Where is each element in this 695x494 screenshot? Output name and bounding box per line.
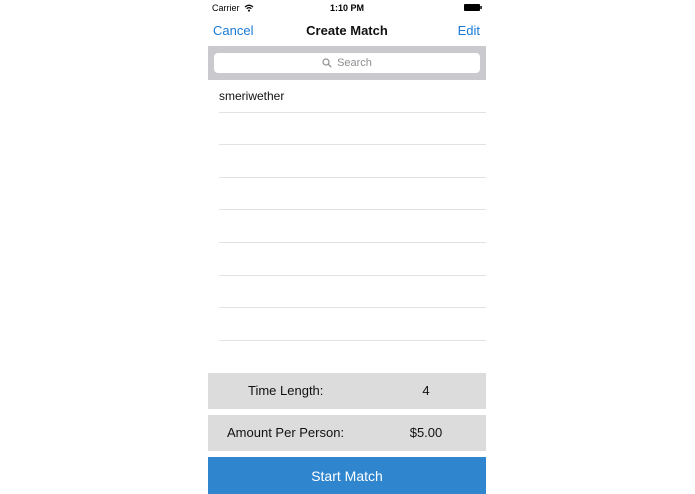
search-bar: Search	[208, 46, 486, 80]
time-length-row: Time Length: 4	[208, 373, 486, 409]
list-item[interactable]: smeriwether	[208, 80, 486, 113]
list-item[interactable]	[208, 210, 486, 243]
list-item[interactable]	[208, 276, 486, 309]
phone-screen: Carrier 1:10 PM Cancel Create Match Edit…	[208, 0, 486, 494]
amount-per-person-row: Amount Per Person: $5.00	[208, 415, 486, 451]
battery-icon	[464, 4, 482, 11]
navigation-bar: Cancel Create Match Edit	[208, 16, 486, 46]
page-title: Create Match	[306, 23, 388, 38]
start-match-button[interactable]: Start Match	[208, 457, 486, 494]
edit-button[interactable]: Edit	[458, 23, 480, 38]
list-item-label: smeriwether	[219, 89, 285, 103]
status-bar: Carrier 1:10 PM	[208, 0, 486, 16]
player-list: smeriwether	[208, 80, 486, 341]
list-item[interactable]	[208, 243, 486, 276]
status-time: 1:10 PM	[329, 3, 364, 13]
time-length-value[interactable]: 4	[396, 383, 456, 398]
search-icon	[322, 58, 332, 68]
search-placeholder: Search	[337, 57, 372, 69]
amount-per-person-value[interactable]: $5.00	[396, 425, 456, 440]
amount-per-person-label: Amount Per Person:	[227, 425, 345, 440]
list-item[interactable]	[208, 178, 486, 211]
search-input[interactable]: Search	[214, 53, 480, 73]
list-item[interactable]	[208, 145, 486, 178]
time-length-label: Time Length:	[248, 383, 324, 398]
list-item[interactable]	[208, 308, 486, 341]
list-item[interactable]	[208, 113, 486, 146]
